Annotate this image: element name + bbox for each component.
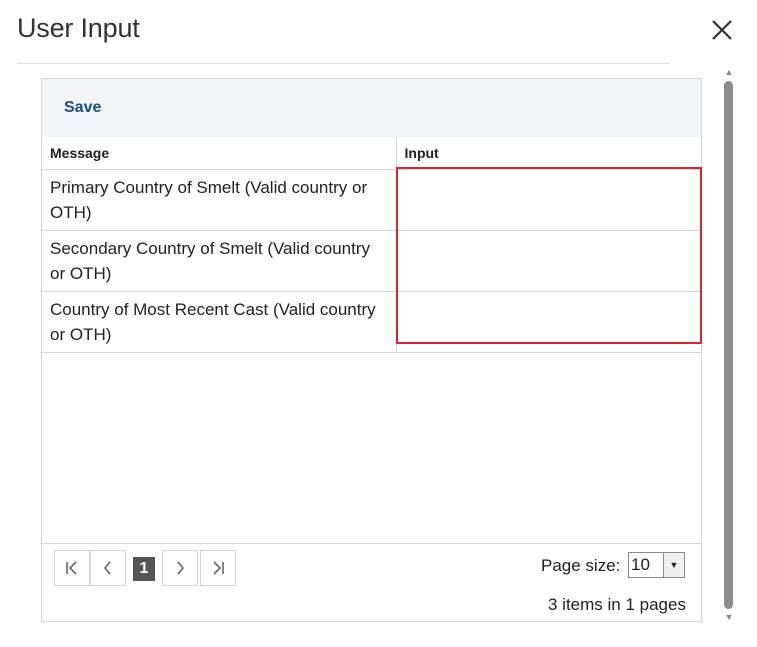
scroll-down-icon[interactable]: ▼ <box>724 612 734 622</box>
first-page-icon <box>66 561 77 575</box>
next-page-icon <box>177 561 185 575</box>
column-header-message[interactable]: Message <box>42 137 397 170</box>
dialog-title: User Input <box>17 13 140 43</box>
last-page-button[interactable] <box>200 550 236 586</box>
items-info: 3 items in 1 pages <box>548 595 686 614</box>
next-page-button[interactable] <box>162 550 198 586</box>
title-divider <box>17 63 670 64</box>
first-page-button[interactable] <box>54 550 90 586</box>
column-header-input[interactable]: Input <box>396 137 701 170</box>
table-row: Secondary Country of Smelt (Valid countr… <box>42 230 701 292</box>
input-grid: Save Message Input Primary Country of Sm… <box>41 78 702 622</box>
message-cell: Secondary Country of Smelt (Valid countr… <box>42 230 397 292</box>
dialog-scrollbar[interactable]: ▲ ▼ <box>722 66 736 624</box>
data-table: Message Input Primary Country of Smelt (… <box>42 137 701 353</box>
pager: 1 Page size: 10 ▼ 3 items in 1 pages <box>42 543 701 623</box>
grid-toolbar: Save <box>42 79 701 137</box>
message-cell: Country of Most Recent Cast (Valid count… <box>42 291 397 353</box>
prev-page-button[interactable] <box>90 550 126 586</box>
close-icon <box>712 20 732 40</box>
header-row: Message Input <box>42 137 701 170</box>
table-row: Primary Country of Smelt (Valid country … <box>42 169 701 231</box>
input-cell-recent-cast-country[interactable] <box>396 291 701 353</box>
input-cell-secondary-country[interactable] <box>396 230 701 292</box>
last-page-icon <box>213 561 224 575</box>
page-size-value: 10 <box>631 555 650 574</box>
close-button[interactable] <box>710 18 734 42</box>
prev-page-icon <box>103 561 111 575</box>
dropdown-arrow-icon: ▼ <box>663 553 684 577</box>
input-cell-primary-country[interactable] <box>396 169 701 231</box>
message-cell: Primary Country of Smelt (Valid country … <box>42 169 397 231</box>
scroll-thumb[interactable] <box>724 81 733 609</box>
table-row: Country of Most Recent Cast (Valid count… <box>42 291 701 353</box>
page-number-current[interactable]: 1 <box>133 557 155 581</box>
save-button[interactable]: Save <box>64 99 101 117</box>
scroll-up-icon[interactable]: ▲ <box>724 67 734 77</box>
page-size-select[interactable]: 10 ▼ <box>628 552 685 578</box>
page-size-label: Page size: <box>541 556 621 575</box>
user-input-dialog: User Input Save Message Input Primary Co… <box>0 0 757 647</box>
